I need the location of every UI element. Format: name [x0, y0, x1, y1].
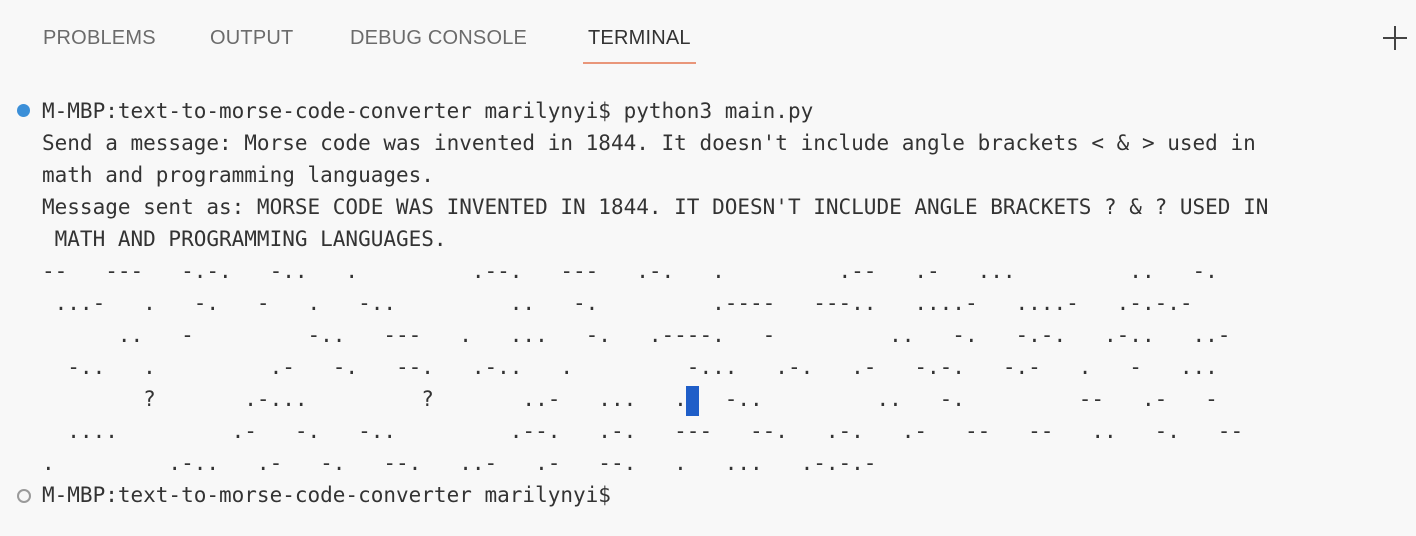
morse-output-line: ? .-... ? ..- ... . -.. .. -. -- .- -: [42, 387, 1218, 411]
tab-debug-console[interactable]: DEBUG CONSOLE: [350, 24, 527, 64]
morse-output-line: -.. . .- -. --. .-.. . -... .-. .- -.-. …: [42, 355, 1218, 379]
terminal-output-line: MATH AND PROGRAMMING LANGUAGES.: [42, 227, 447, 251]
terminal-output-line: Message sent as: MORSE CODE WAS INVENTED…: [42, 195, 1269, 219]
morse-output-line: . .-.. .- -. --. ..- .- --. . ... .-.-.-: [42, 451, 877, 475]
panel-tab-bar: PROBLEMS OUTPUT DEBUG CONSOLE TERMINAL: [0, 0, 1416, 64]
terminal-prompt: M-MBP:text-to-morse-code-converter maril…: [42, 483, 624, 507]
tab-terminal[interactable]: TERMINAL: [583, 24, 696, 64]
active-tab-underline: [583, 62, 696, 64]
tab-output[interactable]: OUTPUT: [210, 24, 293, 64]
plus-icon: [1383, 26, 1407, 50]
terminal-output-line: Send a message: Morse code was invented …: [42, 131, 1256, 155]
terminal-command-line: M-MBP:text-to-morse-code-converter maril…: [42, 99, 814, 123]
tab-terminal-label: TERMINAL: [588, 27, 691, 49]
morse-output-line: ...- . -. - . -.. .. -. .---- ---.. ....…: [42, 291, 1193, 315]
command-status-dot-success: [17, 104, 30, 117]
morse-output-line: -- --- -.-. -.. . .--. --- .-. . .-- .- …: [42, 259, 1218, 283]
terminal-output[interactable]: M-MBP:text-to-morse-code-converter maril…: [0, 95, 1416, 535]
morse-output-line: .. - -.. --- . ... -. .----. - .. -. -.-…: [42, 323, 1231, 347]
command-status-dot-pending: [17, 489, 31, 503]
tab-problems[interactable]: PROBLEMS: [43, 24, 156, 64]
new-terminal-button[interactable]: [1382, 25, 1408, 51]
terminal-output-line: math and programming languages.: [42, 163, 434, 187]
morse-output-line: .... .- -. -.. .--. .-. --- --. .-. .- -…: [42, 419, 1244, 443]
terminal-cursor: [686, 386, 699, 416]
